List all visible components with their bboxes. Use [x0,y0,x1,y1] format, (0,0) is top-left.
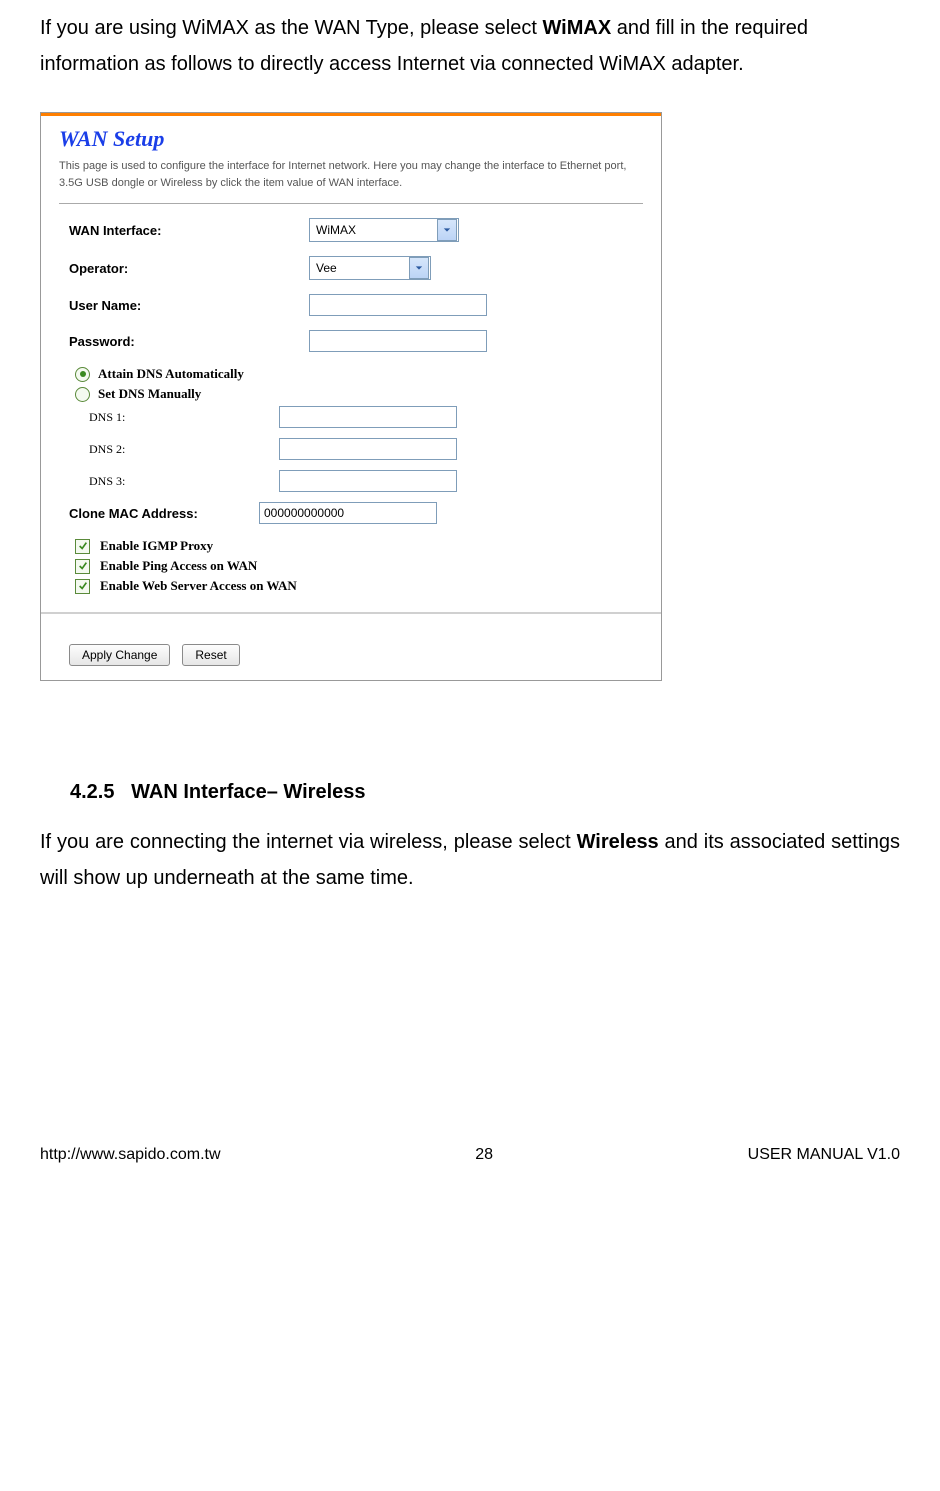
chevron-down-icon [409,257,429,279]
section-bold: Wireless [577,831,659,853]
row-password: Password: [69,330,633,352]
input-dns3[interactable] [279,470,457,492]
footer-manual: USER MANUAL V1.0 [748,1146,900,1164]
intro-pre: If you are using WiMAX as the WAN Type, … [40,17,542,39]
input-dns1[interactable] [279,406,457,428]
input-username[interactable] [309,294,487,316]
checkbox-icon [75,559,90,574]
label-dns3: DNS 3: [69,474,279,489]
section-pre: If you are connecting the internet via w… [40,831,577,853]
section-number: 4.2.5 [70,781,114,803]
row-username: User Name: [69,294,633,316]
row-wan-interface: WAN Interface: WiMAX [69,218,633,242]
apply-change-button[interactable]: Apply Change [69,644,170,666]
checkbox-icon [75,539,90,554]
section-heading: 4.2.5 WAN Interface– Wireless [70,781,900,804]
check-igmp[interactable]: Enable IGMP Proxy [69,538,633,554]
chevron-down-icon [437,219,457,241]
footer-url: http://www.sapido.com.tw [40,1146,221,1164]
footer-page: 28 [475,1146,493,1164]
wan-form: WAN Interface: WiMAX Operator: Vee User … [41,218,661,612]
section-title: WAN Interface– Wireless [131,781,365,803]
button-row: Apply Change Reset [41,612,661,680]
row-dns2: DNS 2: [69,438,633,460]
label-dns2: DNS 2: [69,442,279,457]
intro-paragraph: If you are using WiMAX as the WAN Type, … [40,10,900,82]
input-clone-mac[interactable] [259,502,437,524]
section-paragraph: If you are connecting the internet via w… [40,824,900,896]
select-wan-interface[interactable]: WiMAX [309,218,459,242]
label-username: User Name: [69,298,309,313]
select-operator-value: Vee [310,261,341,275]
label-igmp: Enable IGMP Proxy [100,538,213,554]
check-ping[interactable]: Enable Ping Access on WAN [69,558,633,574]
radio-icon [75,387,90,402]
wan-setup-title: WAN Setup [41,116,661,158]
row-operator: Operator: Vee [69,256,633,280]
radio-dns-manual[interactable]: Set DNS Manually [69,386,633,402]
radio-icon [75,367,90,382]
label-operator: Operator: [69,261,309,276]
radio-dns-auto[interactable]: Attain DNS Automatically [69,366,633,382]
divider [59,203,643,204]
row-dns3: DNS 3: [69,470,633,492]
reset-button[interactable]: Reset [182,644,239,666]
label-dns-manual: Set DNS Manually [98,386,201,402]
label-clone-mac: Clone MAC Address: [69,506,259,521]
checkbox-icon [75,579,90,594]
label-password: Password: [69,334,309,349]
label-dns-auto: Attain DNS Automatically [98,366,244,382]
row-dns1: DNS 1: [69,406,633,428]
intro-bold: WiMAX [542,17,611,39]
select-operator[interactable]: Vee [309,256,431,280]
page-footer: http://www.sapido.com.tw 28 USER MANUAL … [40,1136,900,1184]
input-password[interactable] [309,330,487,352]
wan-setup-screenshot: WAN Setup This page is used to configure… [40,112,662,681]
label-ping: Enable Ping Access on WAN [100,558,257,574]
select-wan-value: WiMAX [310,223,360,237]
label-dns1: DNS 1: [69,410,279,425]
check-web[interactable]: Enable Web Server Access on WAN [69,578,633,594]
label-web: Enable Web Server Access on WAN [100,578,297,594]
wan-setup-desc: This page is used to configure the inter… [41,158,661,197]
label-wan-interface: WAN Interface: [69,223,309,238]
row-clone-mac: Clone MAC Address: [69,502,633,524]
input-dns2[interactable] [279,438,457,460]
